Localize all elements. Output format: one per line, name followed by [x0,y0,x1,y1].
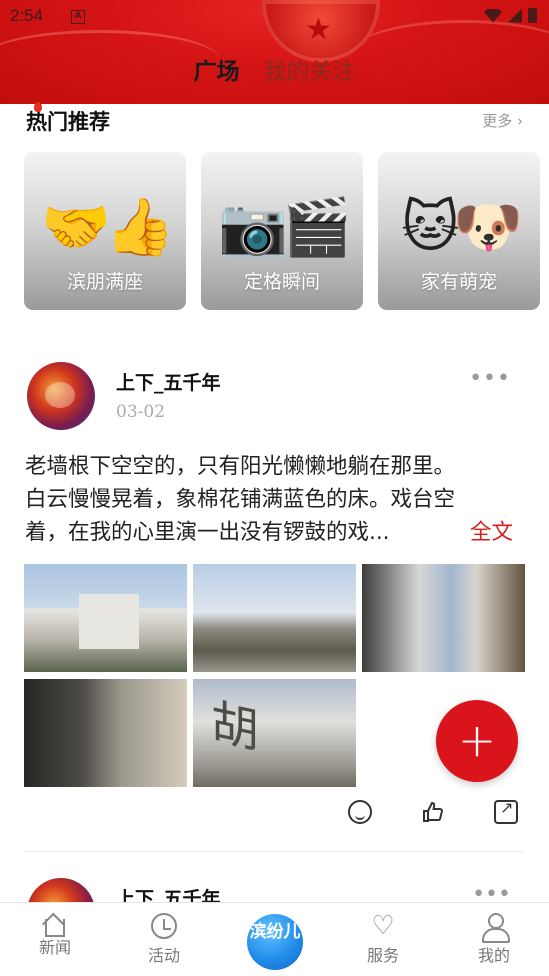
post-photo[interactable] [24,564,187,672]
more-options-icon[interactable]: ••• [469,366,511,391]
post-date: 03-02 [116,402,166,422]
status-time: 2:54 [10,6,44,25]
chevron-right-icon: › [512,112,523,130]
post-text-line: 老墙根下空空的，只有阳光懒懒地躺在那里。 [25,454,456,479]
post-photo[interactable] [193,564,356,672]
post-text: 老墙根下空空的，只有阳光懒懒地躺在那里。 白云慢慢晃着，象棉花铺满蓝色的床。戏台… [25,450,525,549]
section-title: 热门推荐 [26,102,110,136]
header-banner: ★ 2:54 A 广场 我的关注 [0,0,549,104]
handshake-thumbsup-icon: 🤝👍 [41,195,174,260]
nav-mine[interactable]: 我的 [454,913,534,966]
topic-card[interactable]: 🤝👍 滨朋满座 [24,152,186,310]
post-author[interactable]: 上下_五千年 [116,368,221,395]
clock-icon [151,913,177,939]
hot-cards: 🤝👍 滨朋满座 📷🎬 定格瞬间 🐱🐶 家有萌宠 [24,152,540,310]
topic-card-label: 滨朋满座 [66,271,143,293]
home-icon [45,919,65,937]
topic-card[interactable]: 📷🎬 定格瞬间 [201,152,363,310]
topic-card-label: 家有萌宠 [420,271,497,293]
signal-icon [508,8,522,23]
tab-square[interactable]: 广场 [194,52,240,86]
status-icons [484,8,537,23]
tab-following[interactable]: 我的关注 [264,52,356,86]
nav-activity[interactable]: 活动 [124,913,204,966]
top-tabs: 广场 我的关注 [0,52,549,86]
post-photo[interactable] [24,679,187,787]
cat-dog-icon: 🐱🐶 [400,195,523,260]
app-notification-icon: A [71,10,85,24]
add-post-button[interactable]: + [436,700,518,782]
topic-card-label: 定格瞬间 [243,271,320,293]
post-photo[interactable] [193,679,356,787]
camera-clapper-icon: 📷🎬 [218,195,351,260]
nav-news[interactable]: 新闻 [15,913,95,958]
battery-icon [528,8,537,23]
avatar[interactable] [27,362,95,430]
share-icon[interactable] [494,798,518,824]
topic-card[interactable]: 🐱🐶 家有萌宠 [378,152,540,310]
divider [24,851,525,852]
fire-icon [34,102,42,112]
app-logo-text: 滨纷儿 [249,922,301,942]
app-logo-button[interactable]: 滨纷儿 [247,914,303,970]
nav-service[interactable]: ♡ 服务 [343,913,423,966]
full-text-link[interactable]: 全文 [470,516,513,549]
more-link[interactable]: 更多 › [482,110,523,131]
post-text-line: 着，在我的心里演一出没有锣鼓的戏... [25,520,390,545]
post-text-line: 白云慢慢晃着，象棉花铺满蓝色的床。戏台空 [25,487,456,512]
user-icon [481,913,510,943]
post-photo[interactable] [362,564,525,672]
comment-icon[interactable] [348,800,372,824]
heart-icon: ♡ [371,911,395,941]
wifi-icon [484,8,502,23]
like-icon[interactable] [421,800,445,824]
